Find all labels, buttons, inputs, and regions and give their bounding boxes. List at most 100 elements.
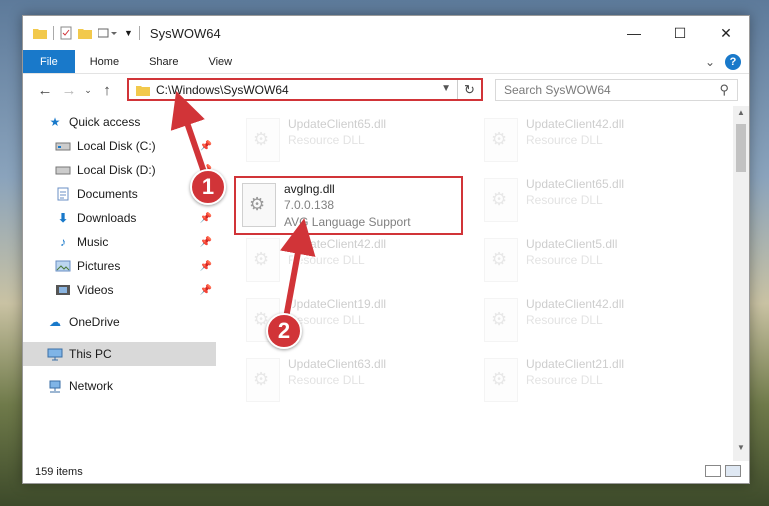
sidebar-item-quick-access[interactable]: ★ Quick access bbox=[23, 110, 216, 134]
sidebar-item-onedrive[interactable]: ☁ OneDrive bbox=[23, 310, 216, 334]
view-toggles bbox=[705, 465, 741, 477]
file-name: UpdateClient5.dll bbox=[526, 237, 618, 251]
file-explorer-window: ▼ SysWOW64 — ☐ ✕ File Home Share View ⌄ … bbox=[22, 15, 750, 484]
pin-icon[interactable]: 📌 bbox=[200, 237, 212, 248]
file-tile[interactable]: UpdateClient42.dll Resource DLL bbox=[484, 296, 714, 348]
file-type: Resource DLL bbox=[288, 133, 365, 147]
file-type: Resource DLL bbox=[526, 313, 603, 327]
file-tile[interactable]: UpdateClient65.dll Resource DLL bbox=[484, 176, 714, 228]
forward-button[interactable]: → bbox=[57, 79, 81, 101]
sidebar-item-local-disk-d[interactable]: Local Disk (D:) 📌 bbox=[23, 158, 216, 182]
new-folder-icon[interactable] bbox=[78, 27, 92, 39]
file-type: Resource DLL bbox=[288, 313, 365, 327]
scrollbar-thumb[interactable] bbox=[736, 124, 746, 172]
sidebar-item-documents[interactable]: Documents 📌 bbox=[23, 182, 216, 206]
refresh-button[interactable]: ↻ bbox=[457, 80, 481, 99]
tab-home[interactable]: Home bbox=[75, 50, 134, 73]
file-tile[interactable]: UpdateClient21.dll Resource DLL bbox=[484, 356, 714, 408]
tab-view[interactable]: View bbox=[193, 50, 247, 73]
chevron-down-icon[interactable]: ▼ bbox=[124, 28, 133, 38]
vertical-scrollbar[interactable]: ▲ ▼ bbox=[733, 106, 749, 461]
file-name: UpdateClient42.dll bbox=[288, 237, 387, 251]
file-tile-avglng[interactable]: avglng.dll 7.0.0.138 AVG Language Suppor… bbox=[242, 181, 472, 233]
maximize-button[interactable]: ☐ bbox=[657, 16, 703, 50]
ribbon-tabs: File Home Share View ⌄ ? bbox=[23, 50, 749, 74]
folder-icon bbox=[136, 85, 150, 96]
search-box[interactable]: Search SysWOW64 ⚲ bbox=[495, 79, 738, 101]
sidebar-item-network[interactable]: Network bbox=[23, 374, 216, 398]
file-tile[interactable]: UpdateClient63.dll Resource DLL bbox=[246, 356, 476, 408]
recent-locations-button[interactable]: ⌄ bbox=[81, 79, 95, 101]
file-name: UpdateClient19.dll bbox=[288, 297, 387, 311]
search-placeholder[interactable]: Search SysWOW64 bbox=[504, 83, 611, 97]
sidebar-item-label: This PC bbox=[69, 347, 112, 361]
sidebar-item-downloads[interactable]: ⬇ Downloads 📌 bbox=[23, 206, 216, 230]
file-type: Resource DLL bbox=[526, 253, 603, 267]
item-count: 159 items bbox=[35, 466, 83, 478]
properties-icon[interactable] bbox=[60, 26, 72, 40]
file-description: AVG Language Support bbox=[284, 215, 411, 229]
sidebar-item-this-pc[interactable]: This PC bbox=[23, 342, 216, 366]
sidebar-item-music[interactable]: ♪ Music 📌 bbox=[23, 230, 216, 254]
tab-file[interactable]: File bbox=[23, 50, 75, 73]
up-button[interactable]: ↑ bbox=[95, 79, 119, 101]
help-icon[interactable]: ? bbox=[725, 54, 741, 70]
pin-icon[interactable]: 📌 bbox=[200, 285, 212, 296]
drive-icon bbox=[55, 139, 71, 153]
sidebar-item-label: Documents bbox=[77, 187, 138, 201]
computer-icon bbox=[47, 347, 63, 361]
minimize-button[interactable]: — bbox=[611, 16, 657, 50]
file-version: 7.0.0.138 bbox=[284, 198, 335, 212]
sidebar-item-label: Local Disk (C:) bbox=[77, 139, 156, 153]
file-name: UpdateClient42.dll bbox=[526, 117, 625, 131]
drive-icon bbox=[55, 163, 71, 177]
address-bar[interactable]: C:\Windows\SysWOW64 ▼ ↻ bbox=[127, 78, 483, 101]
dll-file-icon bbox=[484, 358, 518, 402]
sidebar-item-label: OneDrive bbox=[69, 315, 120, 329]
dll-file-icon bbox=[246, 238, 280, 282]
chevron-down-icon[interactable]: ▼ bbox=[441, 83, 451, 94]
search-icon[interactable]: ⚲ bbox=[719, 82, 729, 98]
close-button[interactable]: ✕ bbox=[703, 16, 749, 50]
title-bar: ▼ SysWOW64 — ☐ ✕ bbox=[23, 16, 749, 50]
file-type: Resource DLL bbox=[526, 193, 603, 207]
file-name: UpdateClient21.dll bbox=[526, 357, 625, 371]
sidebar-item-videos[interactable]: Videos 📌 bbox=[23, 278, 216, 302]
status-bar: 159 items bbox=[23, 461, 749, 483]
sidebar-item-label: Downloads bbox=[77, 211, 137, 225]
large-icons-view-icon[interactable] bbox=[725, 465, 741, 477]
sidebar-item-label: Local Disk (D:) bbox=[77, 163, 156, 177]
scroll-down-icon[interactable]: ▼ bbox=[733, 443, 749, 459]
cloud-icon: ☁ bbox=[49, 315, 61, 329]
step-badge-2: 2 bbox=[266, 313, 302, 349]
details-view-icon[interactable] bbox=[705, 465, 721, 477]
pictures-icon bbox=[55, 259, 71, 273]
documents-icon bbox=[55, 187, 71, 201]
address-path[interactable]: C:\Windows\SysWOW64 bbox=[156, 83, 289, 97]
dll-file-icon bbox=[242, 183, 276, 227]
tab-share[interactable]: Share bbox=[134, 50, 193, 73]
file-tile[interactable]: UpdateClient65.dll Resource DLL bbox=[246, 116, 476, 168]
file-name: UpdateClient63.dll bbox=[288, 357, 387, 371]
step-badge-1: 1 bbox=[190, 169, 226, 205]
file-name: UpdateClient65.dll bbox=[288, 117, 387, 131]
back-button[interactable]: ← bbox=[33, 79, 57, 101]
file-type: Resource DLL bbox=[526, 373, 603, 387]
file-tile[interactable]: UpdateClient42.dll Resource DLL bbox=[246, 236, 476, 288]
scroll-up-icon[interactable]: ▲ bbox=[733, 108, 749, 124]
pin-icon[interactable]: 📌 bbox=[200, 141, 212, 152]
file-tile[interactable]: UpdateClient5.dll Resource DLL bbox=[484, 236, 714, 288]
file-name: avglng.dll bbox=[284, 182, 335, 196]
sidebar-item-local-disk-c[interactable]: Local Disk (C:) 📌 bbox=[23, 134, 216, 158]
videos-icon bbox=[55, 283, 71, 297]
pin-icon[interactable]: 📌 bbox=[200, 261, 212, 272]
expand-ribbon-icon[interactable]: ⌄ bbox=[705, 55, 715, 69]
file-type: Resource DLL bbox=[288, 373, 365, 387]
file-name: UpdateClient65.dll bbox=[526, 177, 625, 191]
customize-icon[interactable] bbox=[98, 27, 118, 39]
window-controls: — ☐ ✕ bbox=[611, 16, 749, 50]
pin-icon[interactable]: 📌 bbox=[200, 213, 212, 224]
sidebar-item-pictures[interactable]: Pictures 📌 bbox=[23, 254, 216, 278]
network-icon bbox=[47, 379, 63, 393]
file-tile[interactable]: UpdateClient42.dll Resource DLL bbox=[484, 116, 714, 168]
